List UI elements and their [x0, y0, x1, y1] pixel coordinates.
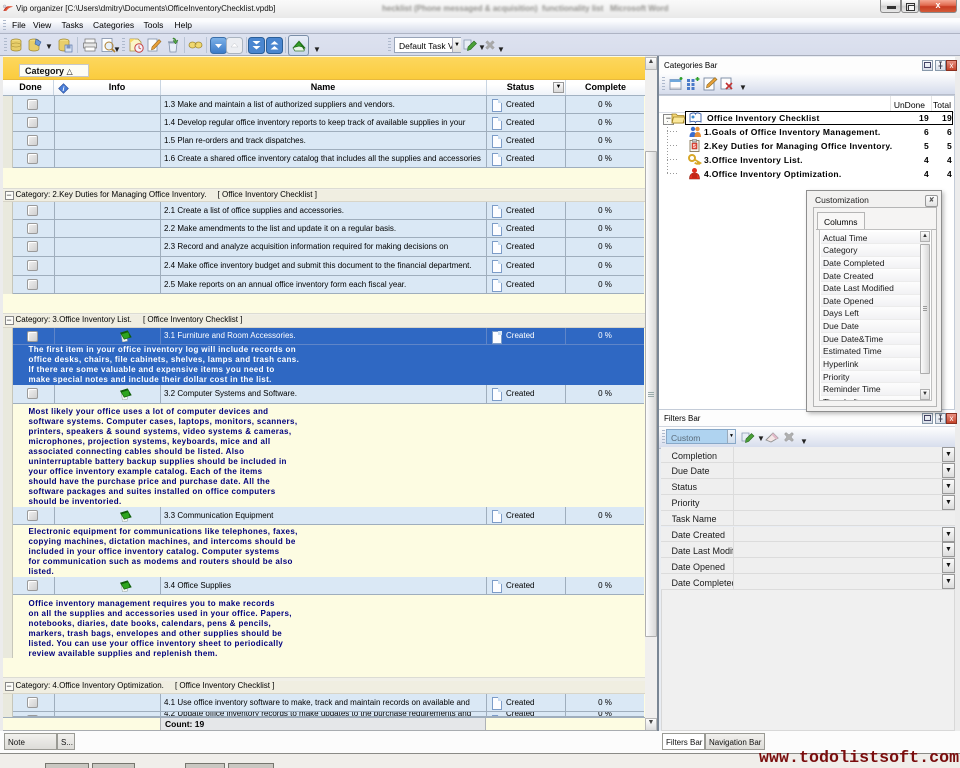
- svg-text:5: 5: [693, 144, 696, 150]
